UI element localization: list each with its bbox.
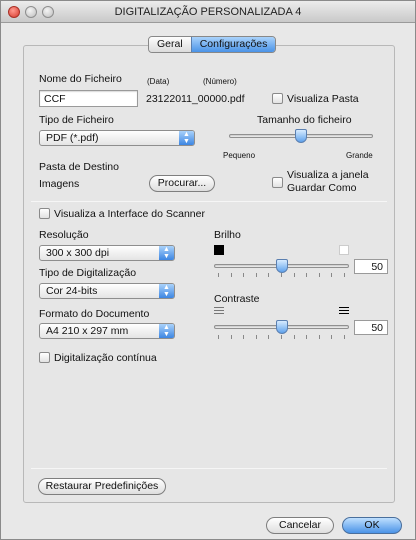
window-title: DIGITALIZAÇÃO PERSONALIZADA 4 bbox=[114, 6, 302, 18]
generated-file-name: 23122011_00000.pdf bbox=[146, 93, 245, 105]
popup-arrows-icon: ▲ ▼ bbox=[159, 284, 174, 298]
file-name-label: Nome do Ficheiro bbox=[39, 73, 122, 85]
brightness-slider-knob[interactable] bbox=[275, 259, 288, 273]
contrast-slider-knob[interactable] bbox=[275, 320, 288, 334]
brightness-value-field[interactable]: 50 bbox=[354, 259, 388, 274]
file-size-slider-knob[interactable] bbox=[295, 129, 307, 143]
show-folder-label: Visualiza Pasta bbox=[287, 93, 359, 105]
doc-format-value: A4 210 x 297 mm bbox=[46, 325, 129, 337]
save-as-window-checkbox[interactable] bbox=[272, 177, 283, 188]
resolution-select[interactable]: 300 x 300 dpi ▲ ▼ bbox=[39, 245, 175, 261]
contrast-ticks bbox=[218, 335, 345, 339]
title-bar: DIGITALIZAÇÃO PERSONALIZADA 4 bbox=[1, 1, 415, 23]
high-contrast-icon bbox=[339, 307, 349, 316]
date-label: (Data) bbox=[147, 77, 170, 86]
file-type-label: Tipo de Ficheiro bbox=[39, 114, 114, 126]
doc-format-select[interactable]: A4 210 x 297 mm ▲ ▼ bbox=[39, 323, 175, 339]
popup-arrows-icon: ▲ ▼ bbox=[159, 324, 174, 338]
file-size-min-label: Pequeno bbox=[223, 151, 256, 160]
destination-folder: Imagens bbox=[39, 178, 80, 190]
scan-type-label: Tipo de Digitalização bbox=[39, 267, 137, 279]
resolution-value: 300 x 300 dpi bbox=[46, 247, 110, 259]
dark-square-icon bbox=[214, 245, 224, 255]
scan-type-select[interactable]: Cor 24-bits ▲ ▼ bbox=[39, 283, 175, 299]
contrast-value-field[interactable]: 50 bbox=[354, 320, 388, 335]
file-name-input[interactable]: CCF bbox=[39, 90, 138, 107]
scan-type-value: Cor 24-bits bbox=[46, 285, 98, 297]
restore-defaults-button[interactable]: Restaurar Predefinições bbox=[38, 478, 166, 495]
continuous-scan-label: Digitalização contínua bbox=[54, 352, 157, 364]
scanner-interface-label: Visualiza a Interface do Scanner bbox=[54, 208, 205, 220]
scanner-interface-checkbox[interactable] bbox=[39, 208, 50, 219]
tab-geral[interactable]: Geral bbox=[149, 37, 191, 52]
show-folder-checkbox[interactable] bbox=[272, 93, 283, 104]
light-square-icon bbox=[339, 245, 349, 255]
continuous-scan-checkbox[interactable] bbox=[39, 352, 50, 363]
footer-divider bbox=[31, 468, 387, 469]
resolution-label: Resolução bbox=[39, 229, 89, 241]
dialog-window: DIGITALIZAÇÃO PERSONALIZADA 4 Geral Conf… bbox=[0, 0, 416, 540]
brightness-label: Brilho bbox=[214, 229, 241, 241]
contrast-label: Contraste bbox=[214, 293, 260, 305]
tab-bar: Geral Configurações bbox=[148, 36, 277, 53]
save-as-label-line2: Guardar Como bbox=[287, 182, 357, 194]
file-type-select[interactable]: PDF (*.pdf) ▲ ▼ bbox=[39, 130, 195, 146]
popup-arrows-icon: ▲ ▼ bbox=[159, 246, 174, 260]
tab-configuracoes[interactable]: Configurações bbox=[190, 37, 276, 52]
popup-arrows-icon: ▲ ▼ bbox=[179, 131, 194, 145]
brightness-ticks bbox=[218, 273, 345, 277]
ok-button[interactable]: OK bbox=[342, 517, 402, 534]
save-as-label-line1: Visualiza a janela bbox=[287, 169, 369, 181]
file-size-max-label: Grande bbox=[346, 151, 373, 160]
browse-button[interactable]: Procurar... bbox=[149, 175, 215, 192]
section-divider bbox=[31, 201, 387, 202]
file-type-value: PDF (*.pdf) bbox=[46, 132, 99, 144]
doc-format-label: Formato do Documento bbox=[39, 308, 150, 320]
destination-label: Pasta de Destino bbox=[39, 161, 119, 173]
file-size-label: Tamanho do ficheiro bbox=[257, 114, 352, 126]
number-label: (Número) bbox=[203, 77, 237, 86]
cancel-button[interactable]: Cancelar bbox=[266, 517, 334, 534]
low-contrast-icon bbox=[214, 307, 224, 316]
